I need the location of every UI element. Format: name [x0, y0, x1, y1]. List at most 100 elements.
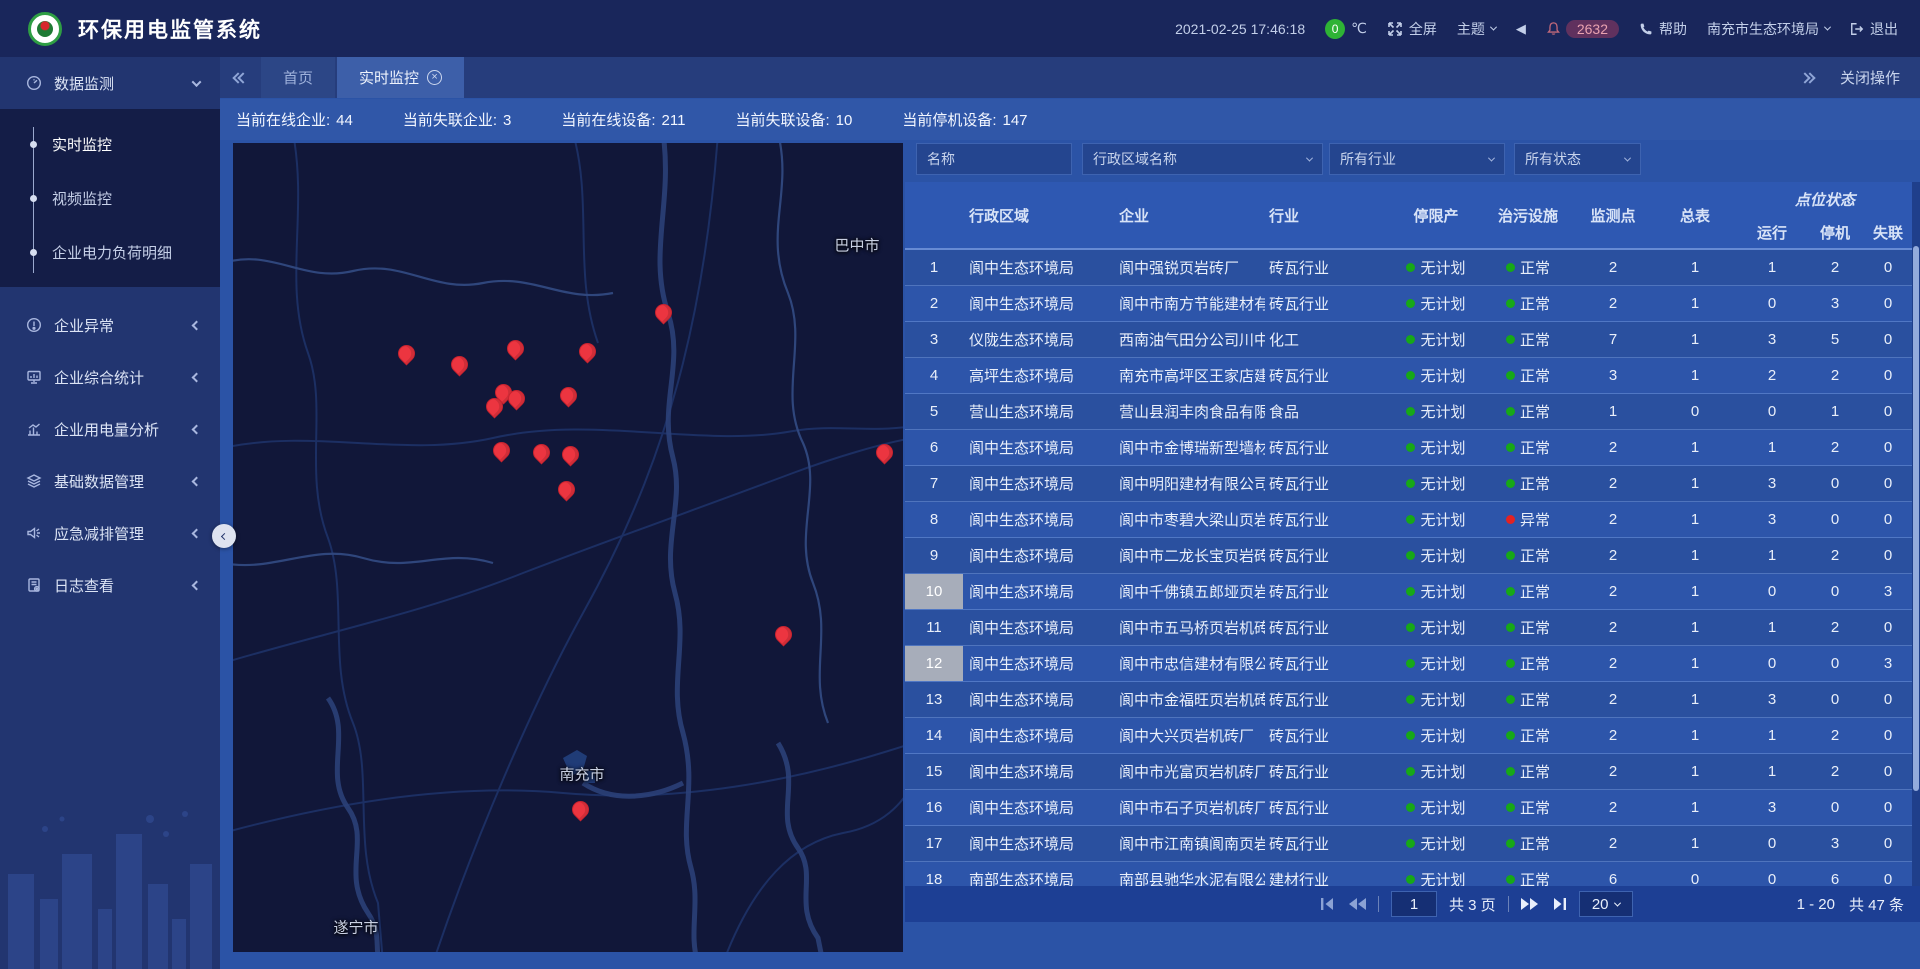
fullscreen-button[interactable]: 全屏 [1387, 19, 1437, 39]
sidebar-item-enterprise-abnormal[interactable]: 企业异常 [0, 299, 220, 351]
cell-region: 阆中生态环境局 [963, 574, 1105, 609]
cell-production-stop: 无计划 [1390, 394, 1482, 429]
table-row[interactable]: 15 阆中生态环境局 阆中市光富页岩机砖厂 砖瓦行业 无计划 正常 2 1 1 … [905, 754, 1912, 790]
tab-home[interactable]: 首页 [261, 57, 335, 98]
table-row[interactable]: 10 阆中生态环境局 阆中千佛镇五郎垭页岩 砖瓦行业 无计划 正常 2 1 0 … [905, 574, 1912, 610]
table-row[interactable]: 2 阆中生态环境局 阆中市南方节能建材有 砖瓦行业 无计划 正常 2 1 0 3… [905, 286, 1912, 322]
tabs-scroll-left-button[interactable] [220, 57, 261, 98]
cell-row-number: 11 [905, 610, 963, 645]
cell-region: 阆中生态环境局 [963, 826, 1105, 861]
gis-map[interactable]: 巴中市南充市遂宁市 [233, 143, 903, 952]
tabs-scroll-right-button[interactable] [1801, 74, 1814, 82]
cell-total-meters: 1 [1652, 250, 1738, 285]
table-row[interactable]: 17 阆中生态环境局 阆中市江南镇阆南页岩 砖瓦行业 无计划 正常 2 1 0 … [905, 826, 1912, 862]
sidebar-item-power-load-detail[interactable]: 企业电力负荷明细 [0, 225, 220, 279]
next-page-button[interactable] [1521, 898, 1539, 910]
cell-industry: 砖瓦行业 [1265, 646, 1390, 681]
fullscreen-icon [1387, 21, 1403, 37]
table-row[interactable]: 6 阆中生态环境局 阆中市金博瑞新型墙材 砖瓦行业 无计划 正常 2 1 1 2… [905, 430, 1912, 466]
double-chevron-left-icon [234, 74, 247, 82]
cell-running: 1 [1738, 538, 1806, 573]
sidebar-item-enterprise-statistics[interactable]: 企业综合统计 [0, 351, 220, 403]
table-row[interactable]: 12 阆中生态环境局 阆中市忠信建材有限公 砖瓦行业 无计划 正常 2 1 0 … [905, 646, 1912, 682]
cell-company: 南充市高坪区王家店建 [1105, 358, 1265, 393]
cell-production-stop: 无计划 [1390, 682, 1482, 717]
cell-industry: 砖瓦行业 [1265, 286, 1390, 321]
cell-industry: 砖瓦行业 [1265, 610, 1390, 645]
industry-select[interactable]: 所有行业 [1329, 143, 1505, 175]
close-tab-icon[interactable]: × [427, 70, 442, 85]
sidebar-collapse-button[interactable] [212, 524, 236, 548]
sidebar-item-base-data[interactable]: 基础数据管理 [0, 455, 220, 507]
sidebar-item-power-analysis[interactable]: 企业用电量分析 [0, 403, 220, 455]
close-operations-button[interactable]: 关闭操作 [1840, 67, 1900, 88]
status-dot [1506, 371, 1515, 380]
map-geography [233, 143, 903, 952]
cell-pollution-facility: 正常 [1482, 466, 1574, 501]
logout-button[interactable]: 退出 [1850, 19, 1898, 39]
status-dot-green [1406, 371, 1415, 380]
cell-monitor-points: 2 [1574, 610, 1652, 645]
cell-industry: 化工 [1265, 322, 1390, 357]
table-row[interactable]: 1 阆中生态环境局 阆中强锐页岩砖厂 砖瓦行业 无计划 正常 2 1 1 2 0 [905, 250, 1912, 286]
cell-monitor-points: 7 [1574, 322, 1652, 357]
last-page-button[interactable] [1551, 898, 1567, 910]
cell-running: 1 [1738, 250, 1806, 285]
table-row[interactable]: 5 营山生态环境局 营山县润丰肉食品有限 食品 无计划 正常 1 0 0 1 0 [905, 394, 1912, 430]
name-search-input[interactable] [927, 151, 1061, 167]
table-row[interactable]: 9 阆中生态环境局 阆中市二龙长宝页岩砖 砖瓦行业 无计划 正常 2 1 1 2… [905, 538, 1912, 574]
scrollbar-thumb[interactable] [1913, 246, 1919, 791]
page-size-select[interactable]: 20 [1579, 891, 1633, 917]
next-page-icon [1521, 898, 1539, 910]
table-row[interactable]: 14 阆中生态环境局 阆中大兴页岩机砖厂 砖瓦行业 无计划 正常 2 1 1 2… [905, 718, 1912, 754]
table-row[interactable]: 4 高坪生态环境局 南充市高坪区王家店建 砖瓦行业 无计划 正常 3 1 2 2… [905, 358, 1912, 394]
first-page-button[interactable] [1320, 898, 1336, 910]
table-row[interactable]: 16 阆中生态环境局 阆中市石子页岩机砖厂 砖瓦行业 无计划 正常 2 1 3 … [905, 790, 1912, 826]
sidebar-item-emergency-reduction[interactable]: 应急减排管理 [0, 507, 220, 559]
stats-board-icon [26, 369, 42, 385]
tab-realtime-monitor[interactable]: 实时监控 × [337, 57, 464, 98]
table-row[interactable]: 8 阆中生态环境局 阆中市枣碧大梁山页岩 砖瓦行业 无计划 异常 2 1 3 0… [905, 502, 1912, 538]
help-button[interactable]: 帮助 [1639, 19, 1687, 39]
cell-industry: 砖瓦行业 [1265, 502, 1390, 537]
chevron-left-icon [192, 424, 202, 434]
cell-offline: 0 [1864, 682, 1912, 717]
table-scrollbar[interactable] [1912, 182, 1920, 886]
table-row[interactable]: 18 南部生态环境局 南部县驰华水泥有限公 建材行业 无计划 正常 6 0 0 … [905, 862, 1912, 888]
cell-monitor-points: 2 [1574, 646, 1652, 681]
table-row[interactable]: 3 仪陇生态环境局 西南油气田分公司川中 化工 无计划 正常 7 1 3 5 0 [905, 322, 1912, 358]
cell-running: 3 [1738, 466, 1806, 501]
prev-page-button[interactable] [1348, 898, 1366, 910]
pager-controls: 1 共 3 页 20 [1320, 886, 1633, 922]
sidebar-item-data-monitoring[interactable]: 数据监测 [0, 57, 220, 109]
first-page-icon [1320, 898, 1336, 910]
cell-region: 阆中生态环境局 [963, 286, 1105, 321]
page-number-input[interactable]: 1 [1391, 891, 1437, 917]
cell-production-stop: 无计划 [1390, 286, 1482, 321]
table-body: 1 阆中生态环境局 阆中强锐页岩砖厂 砖瓦行业 无计划 正常 2 1 1 2 0… [905, 250, 1912, 888]
org-menu[interactable]: 南充市生态环境局 [1707, 19, 1830, 39]
col-monitor-points: 监测点 [1574, 182, 1652, 248]
status-select[interactable]: 所有状态 [1514, 143, 1641, 175]
gauge-icon [26, 75, 42, 91]
table-row[interactable]: 7 阆中生态环境局 阆中明阳建材有限公司 砖瓦行业 无计划 正常 2 1 3 0… [905, 466, 1912, 502]
sidebar-item-log-view[interactable]: 日志查看 [0, 559, 220, 611]
cell-production-stop: 无计划 [1390, 358, 1482, 393]
alarm-notifications[interactable]: 2632 [1546, 20, 1619, 38]
cell-monitor-points: 2 [1574, 286, 1652, 321]
cell-industry: 砖瓦行业 [1265, 754, 1390, 789]
cell-running: 0 [1738, 862, 1806, 888]
col-total-meters: 总表 [1652, 182, 1738, 248]
table-row[interactable]: 11 阆中生态环境局 阆中市五马桥页岩机砖 砖瓦行业 无计划 正常 2 1 1 … [905, 610, 1912, 646]
mute-button[interactable]: ◀ [1516, 21, 1526, 37]
theme-menu[interactable]: 主题 [1457, 19, 1496, 39]
col-company: 企业 [1105, 182, 1265, 248]
table-row[interactable]: 13 阆中生态环境局 阆中市金福旺页岩机砖 砖瓦行业 无计划 正常 2 1 3 … [905, 682, 1912, 718]
sidebar-item-realtime-monitor[interactable]: 实时监控 [0, 117, 220, 171]
sidebar-item-video-monitor[interactable]: 视频监控 [0, 171, 220, 225]
range-label: 1 - 20 [1797, 896, 1835, 913]
cell-stopped: 0 [1806, 682, 1864, 717]
name-search-input-box[interactable] [916, 143, 1072, 175]
cell-company: 阆中千佛镇五郎垭页岩 [1105, 574, 1265, 609]
region-select[interactable]: 行政区域名称 [1082, 143, 1323, 175]
